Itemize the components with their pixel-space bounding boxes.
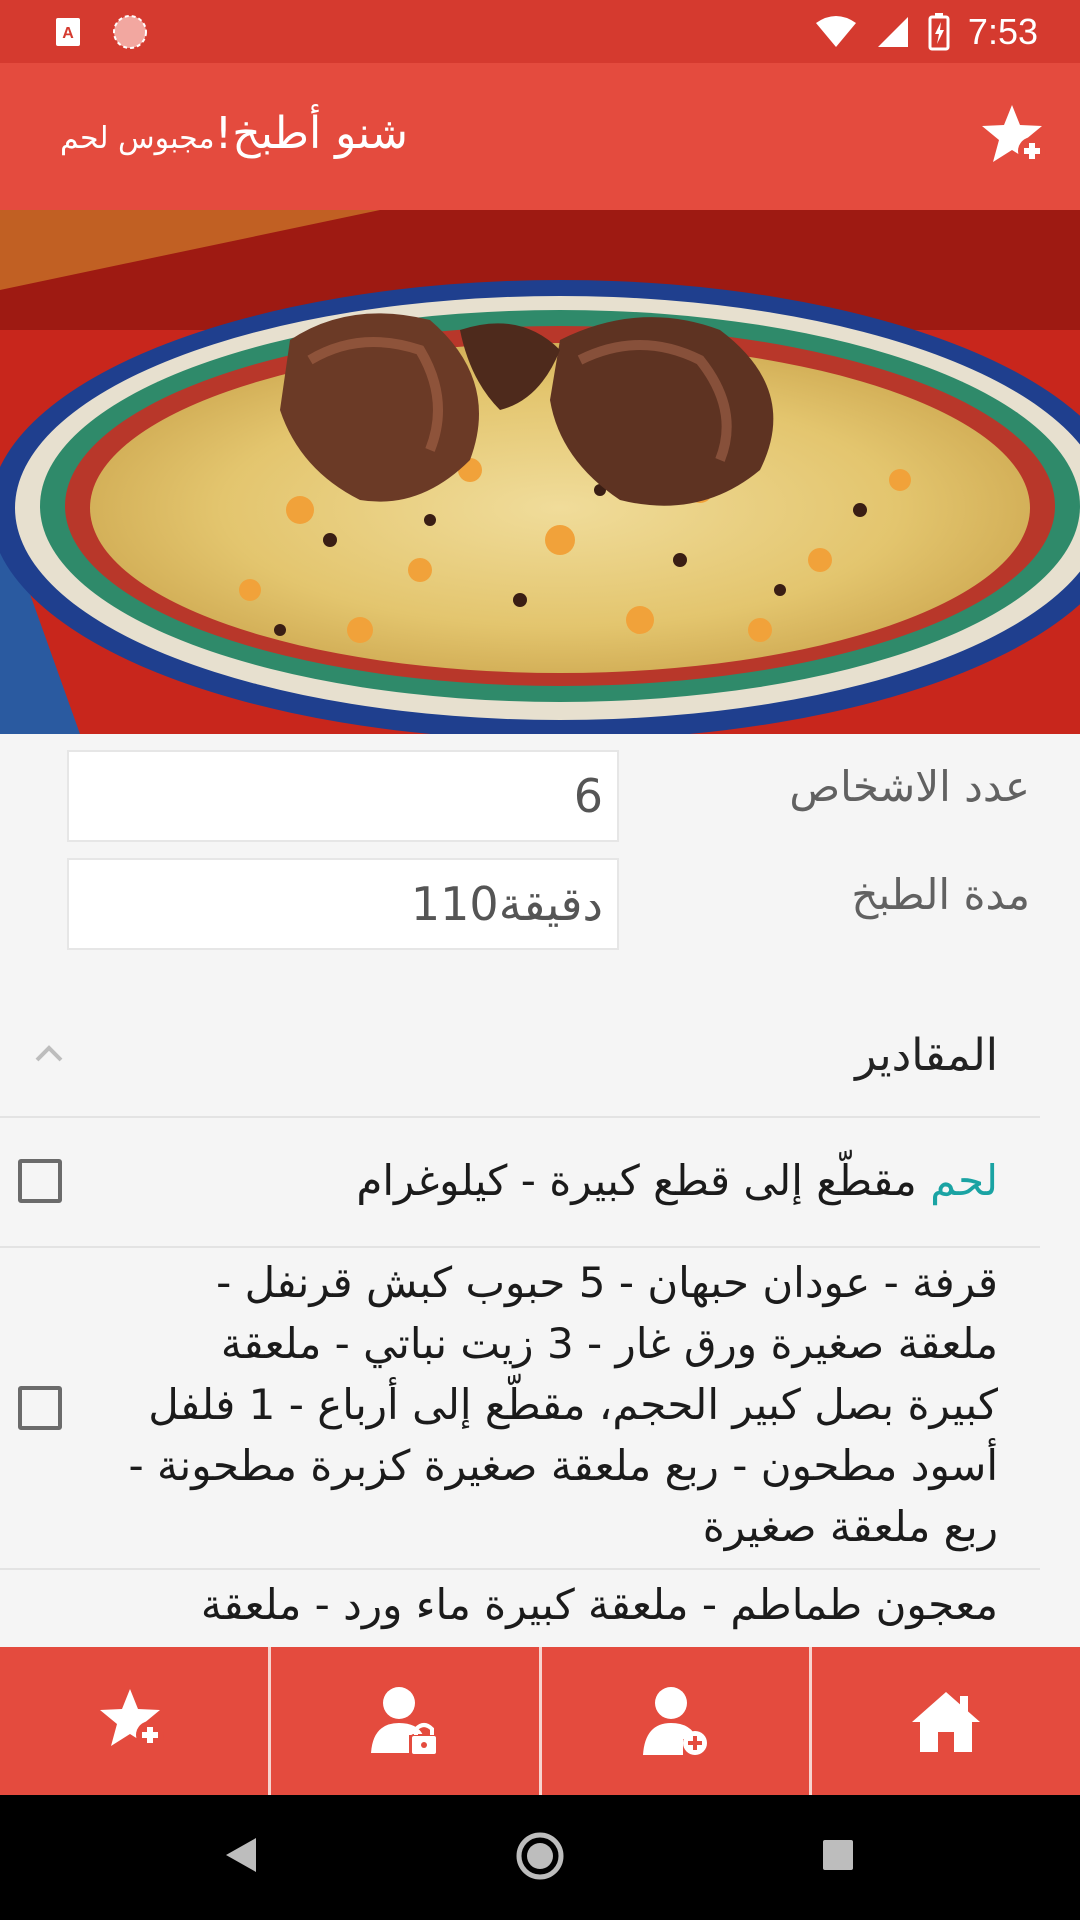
home-circle-icon[interactable]: [515, 1831, 565, 1881]
ingredient-checkbox[interactable]: [18, 1159, 62, 1203]
app-bar: شنو أطبخ! مجبوس لحم: [0, 63, 1080, 210]
svg-text:A: A: [62, 25, 74, 42]
nav-register[interactable]: [538, 1647, 810, 1795]
nav-login[interactable]: [267, 1647, 539, 1795]
home-icon: [912, 1692, 981, 1752]
recipe-image: [0, 210, 1080, 734]
ingredient-item: معجون طماطم - ملعقة كبيرة ماء ورد - ملعق…: [0, 1570, 1040, 1647]
servings-label: عدد الاشخاص: [789, 762, 1030, 811]
user-lock-icon: [370, 1687, 438, 1756]
signal-icon: [877, 16, 908, 47]
user-add-icon: [643, 1687, 708, 1755]
cook-time-row: مدة الطبخ 110دقيقة: [0, 858, 1080, 954]
servings-field[interactable]: 6: [67, 750, 619, 842]
app-a-icon: A: [56, 17, 80, 46]
chevron-up-icon[interactable]: [33, 1038, 65, 1070]
nav-favorites[interactable]: [0, 1647, 268, 1795]
app-title-group: شنو أطبخ! مجبوس لحم: [42, 108, 408, 159]
ingredient-text: قرفة - عودان حبهان - 5 حبوب كبش قرنفل - …: [128, 1258, 998, 1551]
record-icon: [113, 14, 147, 49]
ingredient-checkbox[interactable]: [18, 1386, 62, 1430]
battery-charging-icon: [928, 12, 950, 50]
clock: 7:53: [967, 10, 1038, 52]
app-title: شنو أطبخ!: [214, 108, 409, 159]
ingredient-highlight: لحم: [930, 1156, 998, 1205]
ingredient-item: قرفة - عودان حبهان - 5 حبوب كبش قرنفل - …: [0, 1248, 1040, 1570]
ingredient-item: لحم مقطّع إلى قطع كبيرة - كيلوغرام: [0, 1118, 1040, 1248]
ingredient-text: لحم مقطّع إلى قطع كبيرة - كيلوغرام: [118, 1150, 998, 1211]
star-add-icon: [99, 1689, 164, 1749]
back-icon[interactable]: [224, 1836, 258, 1874]
status-bar: A 7:53: [0, 0, 1080, 63]
ingredients-title: المقادير: [855, 1030, 998, 1081]
cook-time-field[interactable]: 110دقيقة: [67, 858, 619, 950]
cook-time-label: مدة الطبخ: [851, 870, 1030, 919]
ingredient-detail: مقطّع إلى قطع كبيرة - كيلوغرام: [356, 1156, 917, 1205]
recipe-name: مجبوس لحم: [60, 121, 215, 156]
ingredient-text: معجون طماطم - ملعقة كبيرة ماء ورد - ملعق…: [200, 1580, 998, 1629]
bottom-nav: [0, 1647, 1080, 1795]
system-nav-bar: [0, 1795, 1080, 1920]
wifi-icon: [815, 15, 856, 47]
add-favorite-button[interactable]: [980, 101, 1052, 173]
ingredients-header[interactable]: المقادير: [0, 1010, 1040, 1118]
nav-home[interactable]: [809, 1647, 1080, 1795]
servings-row: عدد الاشخاص 6: [0, 750, 1080, 846]
recents-icon[interactable]: [822, 1839, 854, 1871]
